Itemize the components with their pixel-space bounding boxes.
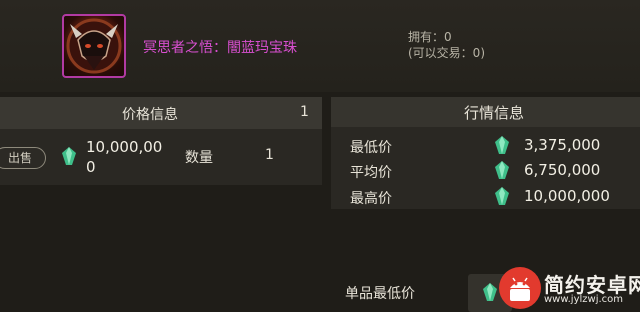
owned-count: 拥有：0 (408, 30, 452, 44)
market-avg-label: 平均价 (350, 165, 392, 181)
market-low-label: 最低价 (350, 140, 392, 156)
watermark: 简约安卓网 www.jylzwj.com (498, 266, 640, 312)
android-robot-logo (499, 267, 541, 309)
quantity-label: 数量 (185, 150, 213, 166)
watermark-url: www.jylzwj.com (544, 294, 624, 305)
tradable-count: (可以交易：0) (408, 46, 485, 60)
item-name: 冥思者之悟：闇蓝玛宝珠 (143, 40, 297, 56)
item-icon[interactable] (62, 14, 126, 78)
sell-price: 10,000,000 (86, 138, 163, 176)
gem-icon (495, 187, 509, 205)
market-info-title: 行情信息 (464, 104, 525, 122)
sell-button[interactable]: 出售 (0, 147, 46, 169)
gem-icon (483, 283, 497, 301)
owned-info: 拥有：0 (可以交易：0) (408, 29, 485, 61)
gem-icon (495, 161, 509, 179)
market-avg-value: 6,750,000 (524, 161, 601, 179)
market-low-value: 3,375,000 (524, 136, 601, 154)
gem-icon (495, 136, 509, 154)
price-info-title: 价格信息 (122, 107, 178, 123)
price-info-count: 1 (300, 104, 309, 120)
market-high-label: 最高价 (350, 191, 392, 207)
unit-low-label: 单品最低价 (345, 286, 415, 302)
gem-icon (62, 147, 76, 165)
demon-helm-icon (66, 18, 122, 74)
market-high-value: 10,000,000 (524, 187, 610, 205)
quantity-value[interactable]: 1 (265, 147, 274, 163)
